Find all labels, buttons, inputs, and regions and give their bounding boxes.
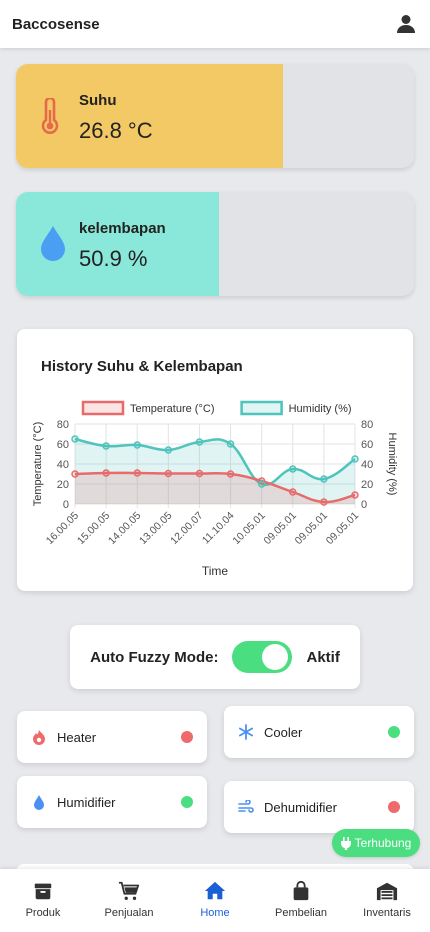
data-point [351, 455, 359, 463]
device-label: Cooler [264, 724, 303, 740]
data-point [289, 488, 297, 496]
legend-swatch [240, 400, 283, 416]
y-tick-label-left: 40 [57, 459, 69, 471]
app-title: Baccosense [12, 15, 100, 33]
status-indicator [181, 731, 193, 743]
legend-swatch [81, 400, 125, 416]
box-icon [34, 883, 52, 900]
y-axis-title-right: Humidity (%) [386, 433, 398, 496]
nav-item-pembelian[interactable]: Pembelian [258, 869, 344, 932]
flame-icon [31, 729, 47, 745]
y-tick-label-right: 40 [361, 459, 373, 471]
status-indicator [181, 796, 193, 808]
data-point [71, 470, 79, 478]
device-label: Heater [57, 729, 97, 745]
nav-label: Produk [25, 907, 61, 919]
fuzzy-mode-toggle[interactable] [232, 641, 293, 673]
bottom-navigation: Produk Penjualan Home Pembelian Inventar… [0, 869, 430, 932]
connection-badge: Terhubung [332, 829, 420, 857]
history-chart-card: History Suhu & Kelembapan 0 0 20 20 40 40 60 60… [17, 329, 413, 591]
toggle-knob [262, 644, 289, 670]
y-tick-label-right: 60 [361, 439, 373, 451]
x-tick-label: 12.00.07 [168, 510, 205, 547]
data-point [195, 438, 204, 446]
y-tick-label-right: 80 [361, 419, 373, 431]
nav-label: Home [200, 907, 230, 919]
plug-icon [340, 836, 351, 850]
x-tick-label: 09.05.01 [262, 510, 299, 547]
legend-label: Temperature (°C) [130, 403, 214, 415]
temperature-label: Suhu [79, 92, 117, 109]
temperature-card: Suhu 26.8 °C [16, 64, 414, 168]
data-point [289, 465, 297, 473]
data-point [195, 469, 204, 478]
humidity-value: 50.9 % [79, 246, 148, 271]
x-tick-label: 11.10.04 [200, 510, 237, 547]
fuzzy-mode-panel: Auto Fuzzy Mode: Aktif [70, 625, 360, 689]
x-tick-label: 10.05.01 [230, 510, 267, 547]
x-tick-label: 09.05.01 [293, 510, 330, 547]
device-label: Humidifier [57, 794, 116, 810]
legend-label: Humidity (%) [289, 403, 352, 415]
humidity-label: kelembapan [79, 220, 166, 237]
device-humidifier[interactable]: Humidifier [17, 776, 207, 828]
nav-item-penjualan[interactable]: Penjualan [86, 869, 172, 932]
data-point [351, 491, 359, 499]
fuzzy-mode-label: Auto Fuzzy Mode: [90, 648, 219, 666]
y-tick-label-left: 80 [57, 419, 69, 431]
y-tick-label-left: 60 [57, 439, 69, 451]
data-point [320, 498, 328, 506]
connection-label: Terhubung [354, 836, 412, 850]
x-tick-label: 14.00.05 [106, 510, 143, 547]
snowflake-icon [238, 724, 254, 740]
data-point [133, 469, 141, 477]
x-tick-label: 13.00.05 [137, 510, 174, 547]
y-tick-label-right: 0 [361, 499, 367, 511]
home-icon [204, 881, 226, 900]
data-point [102, 469, 110, 477]
device-label: Dehumidifier [264, 799, 337, 815]
data-point [102, 442, 110, 450]
cart-icon [118, 881, 140, 900]
data-point [71, 435, 79, 443]
status-indicator [388, 801, 400, 813]
data-point [164, 446, 173, 454]
droplet-icon [31, 794, 47, 810]
nav-label: Penjualan [104, 907, 154, 919]
nav-item-inventaris[interactable]: Inventaris [344, 869, 430, 932]
profile-icon[interactable] [394, 12, 418, 36]
bag-icon [293, 880, 309, 901]
fuzzy-mode-state: Aktif [306, 648, 340, 666]
status-indicator [388, 726, 400, 738]
thermometer-icon [41, 98, 59, 134]
x-tick-label: 15.00.05 [75, 510, 112, 547]
device-cooler[interactable]: Cooler [224, 706, 414, 758]
data-point [226, 470, 235, 478]
wind-icon [238, 799, 254, 815]
y-tick-label-left: 0 [63, 499, 69, 511]
y-tick-label-left: 20 [57, 479, 69, 491]
data-point [320, 475, 328, 483]
y-tick-label-right: 20 [361, 479, 373, 491]
warehouse-icon [376, 882, 398, 901]
water-drop-icon [41, 226, 65, 261]
nav-label: Inventaris [363, 907, 411, 919]
data-point [257, 480, 266, 488]
data-point [133, 441, 141, 449]
x-axis-title: Time [202, 564, 229, 578]
history-chart: 0 0 20 20 40 40 60 60 80 80 16.00.0515.00.0514.00.… [32, 400, 398, 578]
device-heater[interactable]: Heater [17, 711, 207, 763]
data-point [226, 440, 235, 448]
x-tick-label: 16.00.05 [44, 510, 81, 547]
nav-item-produk[interactable]: Produk [0, 869, 86, 932]
humidity-card: kelembapan 50.9 % [16, 192, 414, 296]
y-axis-title-left: Temperature (°C) [32, 422, 44, 506]
device-dehumidifier[interactable]: Dehumidifier [224, 781, 414, 833]
temperature-value: 26.8 °C [79, 118, 153, 143]
app-bar: Baccosense [0, 0, 430, 48]
data-point [164, 469, 173, 478]
nav-label: Pembelian [275, 907, 327, 919]
x-tick-label: 09.05.01 [324, 510, 361, 547]
nav-item-home[interactable]: Home [172, 869, 258, 932]
